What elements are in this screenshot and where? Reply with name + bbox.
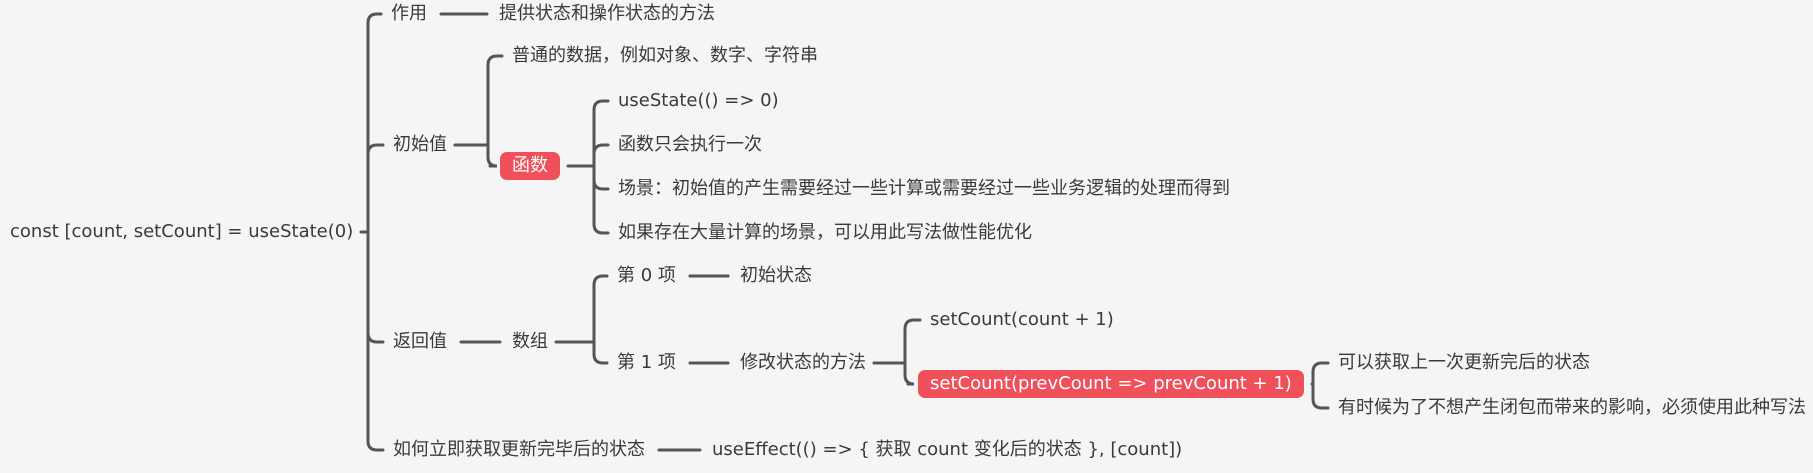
array-item-1[interactable]: 第 1 项 [617, 352, 676, 374]
branch-immediate-state[interactable]: 如何立即获取更新完毕后的状态 [393, 439, 645, 461]
connector-f0 [592, 99, 610, 168]
immediate-state-description[interactable]: useEffect(() => { 获取 count 变化后的状态 }, [co… [712, 439, 1182, 461]
connector-item1 [592, 340, 609, 365]
setcount-callback-node[interactable]: setCount(prevCount => prevCount + 1) [918, 370, 1304, 398]
connector-purpose [366, 12, 383, 234]
function-item-scenario[interactable]: 场景：初始值的产生需要经过一些计算或需要经过一些业务逻辑的处理而得到 [618, 178, 1230, 200]
array-item-0[interactable]: 第 0 项 [617, 265, 676, 287]
connector-f2 [592, 164, 610, 191]
callback-note-closure[interactable]: 有时候为了不想产生闭包而带来的影响，必须使用此种写法 [1338, 397, 1806, 419]
return-array-node[interactable]: 数组 [512, 331, 548, 353]
connector-initial [366, 143, 385, 234]
connector-note1 [1311, 382, 1330, 410]
callback-note-previous-state[interactable]: 可以获取上一次更新完后的状态 [1338, 352, 1590, 374]
root-node[interactable]: const [count, setCount] = useState(0) [10, 221, 353, 243]
connector-f1 [592, 143, 610, 168]
function-item-optimization[interactable]: 如果存在大量计算的场景，可以用此写法做性能优化 [618, 222, 1032, 244]
array-item-0-description[interactable]: 初始状态 [740, 265, 812, 287]
branch-return-value[interactable]: 返回值 [393, 331, 447, 353]
mindmap-canvas: const [count, setCount] = useState(0) 作用… [0, 0, 1813, 473]
connector-item0 [592, 274, 609, 344]
connector-f3 [592, 164, 610, 235]
connector-callback [903, 361, 915, 386]
branch-purpose[interactable]: 作用 [391, 3, 427, 25]
connector-func [486, 143, 498, 168]
purpose-description[interactable]: 提供状态和操作状态的方法 [499, 3, 715, 25]
function-item-runs-once[interactable]: 函数只会执行一次 [618, 134, 762, 156]
initial-function-node[interactable]: 函数 [500, 152, 560, 180]
setcount-simple[interactable]: setCount(count + 1) [930, 309, 1114, 331]
connector-simple [903, 318, 922, 365]
function-item-usestate[interactable]: useState(() => 0) [618, 90, 779, 112]
connector-note0 [1311, 361, 1330, 386]
connector-plain [486, 54, 504, 147]
connector-returns [366, 230, 385, 344]
initial-plain-data[interactable]: 普通的数据，例如对象、数字、字符串 [512, 45, 818, 67]
branch-initial-value[interactable]: 初始值 [393, 134, 447, 156]
array-item-1-description[interactable]: 修改状态的方法 [740, 352, 866, 374]
